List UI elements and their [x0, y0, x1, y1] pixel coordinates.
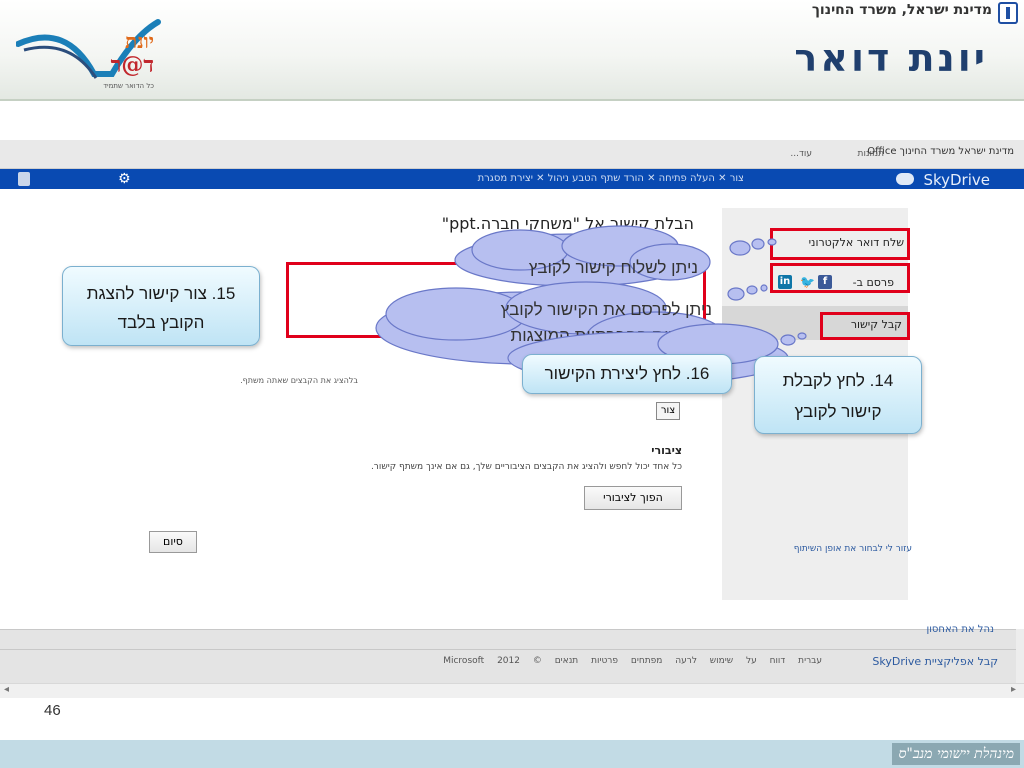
header-divider [0, 99, 1024, 101]
public-title: ציבורי [651, 444, 682, 457]
skydrive-brand[interactable]: SkyDrive [923, 171, 990, 189]
callout-15: 15. צור קישור להצגת הקובץ בלבד [62, 266, 260, 346]
callout-14: 14. לחץ לקבלת קישור לקובץ [754, 356, 922, 434]
create-link-button[interactable]: צור [656, 402, 680, 420]
gear-icon[interactable]: ⚙ [118, 171, 131, 187]
callout-15-line2: הקובץ בלבד [117, 313, 205, 332]
callout-14-line1: 14. לחץ לקבלת [782, 371, 894, 390]
logo-text-top: יונת [125, 29, 154, 53]
images-link[interactable]: תמונות [858, 149, 884, 159]
ms-top-bar: מדינת ישראל משרד החינוך Office תמונות עו… [0, 140, 1024, 169]
command-list[interactable]: צור ✕ העלה פתיחה ✕ הורד שתף הטבע ניהול ✕… [478, 173, 744, 184]
slide-footer-strip [0, 740, 1024, 768]
slide-number: 46 [44, 702, 61, 719]
callout-14-line2: קישור לקובץ [794, 402, 882, 421]
shared-note: בלהציג את הקבצים שאתה משתף. [240, 376, 358, 385]
footer-divider [0, 649, 1016, 650]
make-public-button[interactable]: הפוך לציבורי [584, 486, 682, 510]
state-emblem-icon [998, 2, 1018, 24]
scroll-right-icon[interactable]: ▸ [1011, 684, 1016, 695]
callout-15-line1: 15. צור קישור להצגת [86, 284, 236, 303]
highlight-get-link [820, 312, 910, 340]
more-link[interactable]: עוד... [790, 149, 812, 159]
cloud-2-text-line1: ניתן לפרסם את הקישור לקובץ [500, 300, 712, 319]
skydrive-command-bar: SkyDrive צור ✕ העלה פתיחה ✕ הורד שתף הטב… [0, 169, 1024, 189]
done-button[interactable]: סיום [149, 531, 197, 553]
yonat-doar-logo: יונת ד@ר כל הדואר שתמיד [16, 19, 161, 90]
footer-links[interactable]: עברית דווח על שימוש לרעה מפתחים פרטיות ת… [443, 656, 822, 666]
horizontal-scrollbar[interactable]: ◂ ▸ [0, 683, 1024, 698]
manage-storage-link[interactable]: נהל את האחסון [926, 624, 994, 635]
logo-tagline: כל הדואר שתמיד [103, 82, 154, 90]
cloud-icon [896, 173, 914, 185]
help-choose-link[interactable]: עזור לי לבחור את אופן השיתוף [794, 544, 912, 554]
ms-ministry: מדינת ישראל משרד החינוך [899, 146, 1014, 157]
office-link[interactable]: מדינת ישראל משרד החינוך Office [867, 146, 1014, 157]
cloud-1-text: ניתן לשלוח קישור לקובץ [528, 258, 698, 277]
scroll-left-icon[interactable]: ◂ [4, 684, 9, 695]
get-app-link[interactable]: קבל אפליקציית SkyDrive [872, 655, 998, 668]
ministry-name: מדינת ישראל, משרד החינוך [811, 2, 992, 18]
vertical-scrollbar[interactable] [1016, 629, 1024, 683]
logo-text-main: ד@ר [111, 52, 154, 78]
callout-16: 16. לחץ ליצירת הקישור [522, 354, 732, 394]
public-description: כל אחד יכול לחפש ולהציג את הקבצים הציבור… [370, 462, 682, 472]
user-icon[interactable] [18, 172, 30, 186]
footer-strip-label: מינהלת יישומי מנב"ס [892, 743, 1020, 765]
product-title: יונת דואר [794, 36, 988, 80]
